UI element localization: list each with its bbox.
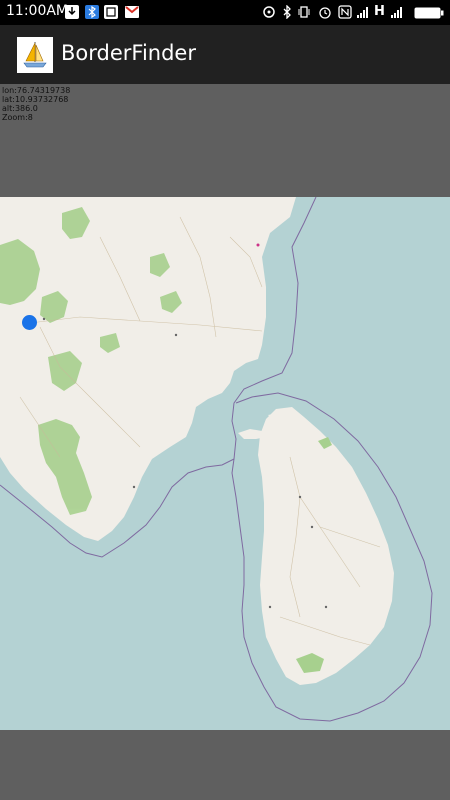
map-canvas[interactable]	[0, 197, 450, 730]
current-location-marker[interactable]	[22, 315, 37, 330]
zoom-text: Zoom:8	[2, 113, 33, 122]
latitude-text: lat:10.93732768	[2, 95, 69, 104]
battery-icon	[414, 7, 444, 19]
map-view[interactable]	[0, 197, 450, 730]
app-logo	[17, 37, 53, 73]
network-type-label: H	[374, 4, 385, 19]
gmail-icon	[125, 6, 139, 18]
status-bar: 11:00AM H	[0, 0, 450, 25]
bluetooth-app-icon	[85, 5, 99, 19]
app-title: BorderFinder	[61, 41, 196, 65]
alarm-icon	[319, 7, 331, 19]
vibrate-icon	[298, 6, 310, 18]
longitude-text: lon:76.74319738	[2, 86, 71, 95]
location-info: lon:76.74319738 lat:10.93732768 alt:386.…	[2, 86, 70, 122]
signal-icon-2	[391, 7, 402, 18]
download-icon	[65, 5, 79, 19]
signal-icon	[357, 7, 368, 18]
hotspot-icon	[263, 6, 275, 18]
sailboat-icon	[17, 37, 53, 73]
bottom-panel	[0, 730, 450, 800]
bluetooth-icon	[283, 5, 291, 19]
nfc-icon	[338, 5, 352, 19]
app-notification-icon	[104, 5, 118, 19]
altitude-text: alt:386.0	[2, 104, 38, 113]
status-time: 11:00AM	[6, 3, 69, 19]
